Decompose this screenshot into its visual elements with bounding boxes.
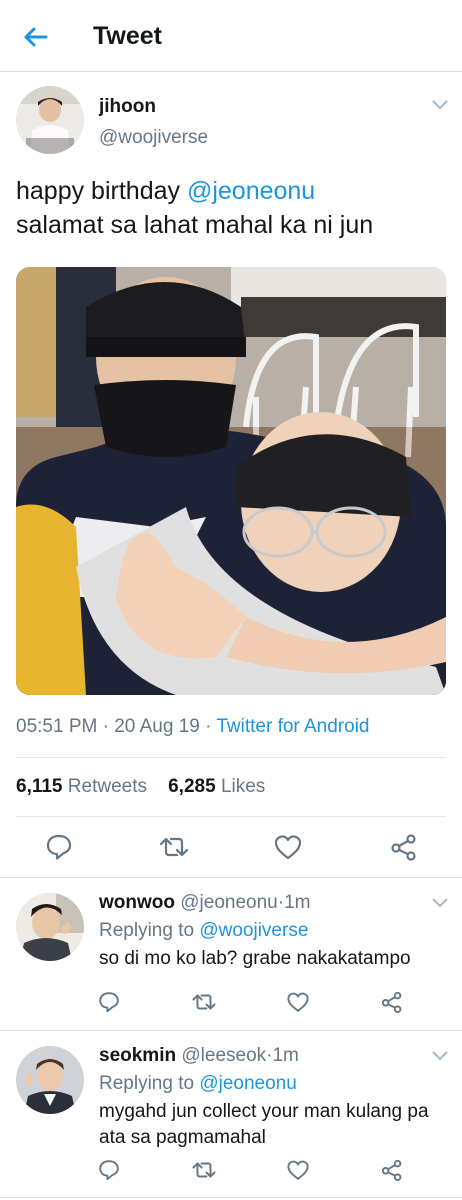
separator: ·: [102, 716, 109, 737]
divider: [0, 877, 462, 878]
avatar[interactable]: [16, 1046, 84, 1114]
divider: [0, 1030, 462, 1031]
tweet-text-line2: salamat sa lahat mahal ka ni jun: [16, 211, 374, 239]
divider: [0, 1197, 462, 1198]
tweet-meta: 05:51 PM · 20 Aug 19 · Twitter for Andro…: [16, 716, 369, 738]
divider: [16, 816, 446, 817]
heart-icon[interactable]: [273, 833, 303, 861]
chevron-down-icon[interactable]: [431, 1050, 449, 1062]
avatar[interactable]: [16, 893, 84, 961]
tweet-photo[interactable]: [16, 267, 446, 695]
retweet-icon[interactable]: [158, 833, 190, 861]
reply-author-handle[interactable]: @jeoneonu: [180, 892, 277, 913]
mention-link[interactable]: @jeoneonu: [187, 177, 315, 205]
replying-to-label: Replying to: [99, 1073, 195, 1094]
reply-author-line: wonwoo @jeoneonu·1m: [99, 892, 310, 914]
reply-text: mygahd jun collect your man kulang pa at…: [99, 1101, 429, 1148]
reply-author-handle[interactable]: @leeseok: [181, 1045, 266, 1066]
reply-icon[interactable]: [97, 990, 121, 1014]
reply-author-name[interactable]: seokmin: [99, 1045, 176, 1066]
replying-to-line: Replying to @woojiverse: [99, 920, 308, 942]
reply-author-name[interactable]: wonwoo: [99, 892, 175, 913]
share-icon[interactable]: [380, 1158, 404, 1182]
heart-icon[interactable]: [286, 990, 310, 1014]
engagement-stats: 6,115 Retweets 6,285 Likes: [16, 776, 265, 798]
author-name[interactable]: jihoon: [99, 96, 156, 118]
retweets-count[interactable]: 6,115: [16, 776, 63, 797]
likes-label[interactable]: Likes: [221, 776, 265, 797]
tweet-text: happy birthday @jeoneonu salamat sa laha…: [16, 174, 373, 242]
share-icon[interactable]: [380, 990, 404, 1014]
retweet-icon[interactable]: [191, 1158, 217, 1182]
likes-count[interactable]: 6,285: [168, 776, 216, 797]
tweet-time: 05:51 PM: [16, 716, 98, 737]
retweets-label[interactable]: Retweets: [68, 776, 147, 797]
tweet-date: 20 Aug 19: [114, 716, 200, 737]
heart-icon[interactable]: [286, 1158, 310, 1182]
reply-text: so di mo ko lab? grabe nakakatampo: [99, 948, 411, 969]
share-icon[interactable]: [389, 833, 419, 861]
chevron-down-icon[interactable]: [431, 99, 449, 111]
replying-to-line: Replying to @jeoneonu: [99, 1073, 297, 1095]
back-arrow-icon[interactable]: [18, 20, 52, 54]
replying-to-mention[interactable]: @woojiverse: [199, 920, 308, 941]
replying-to-mention[interactable]: @jeoneonu: [199, 1073, 296, 1094]
page-title: Tweet: [93, 22, 162, 50]
tweet-text-prefix: happy birthday: [16, 177, 187, 205]
chevron-down-icon[interactable]: [431, 897, 449, 909]
replying-to-label: Replying to: [99, 920, 195, 941]
tweet-source-link[interactable]: Twitter for Android: [216, 716, 369, 737]
reply-icon[interactable]: [97, 1158, 121, 1182]
avatar[interactable]: [16, 86, 84, 154]
reply-time: 1m: [284, 892, 311, 913]
separator: ·: [205, 716, 212, 737]
top-bar: Tweet: [0, 0, 462, 72]
reply-icon[interactable]: [44, 833, 74, 861]
reply-author-line: seokmin @leeseok·1m: [99, 1045, 299, 1067]
retweet-icon[interactable]: [191, 990, 217, 1014]
divider: [16, 757, 446, 758]
author-handle[interactable]: @woojiverse: [99, 127, 208, 149]
reply-time: 1m: [272, 1045, 299, 1066]
